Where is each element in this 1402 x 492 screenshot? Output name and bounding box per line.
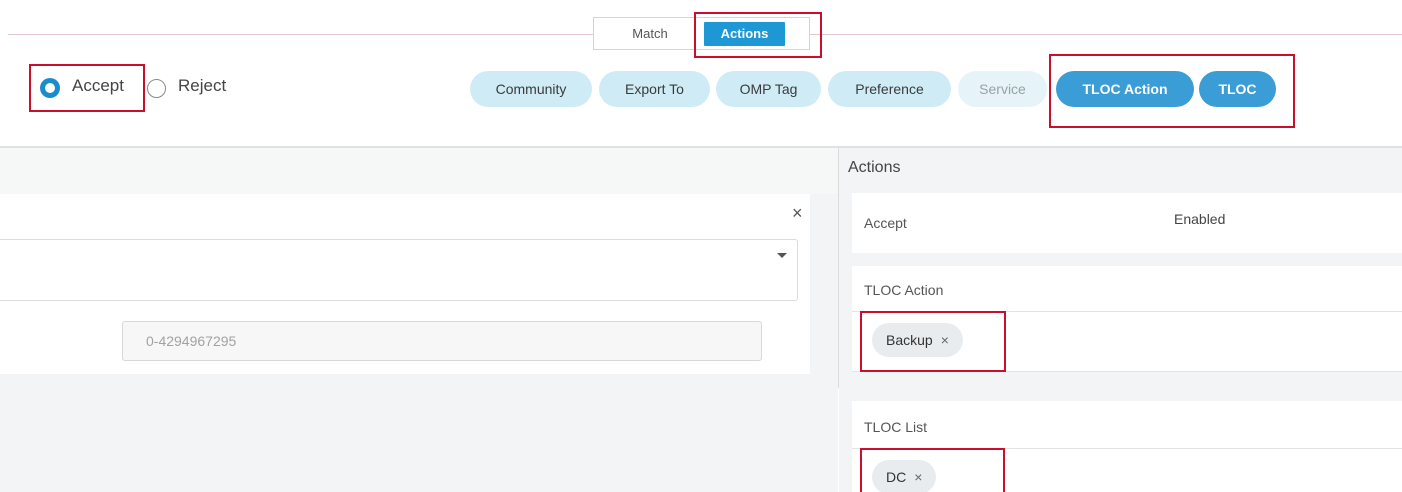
tloc-list-chip[interactable]: DC × xyxy=(872,460,937,492)
match-actions-tabs: Match Actions xyxy=(593,17,810,50)
pill-export-to[interactable]: Export To xyxy=(599,71,710,107)
number-input[interactable]: 0-4294967295 xyxy=(122,321,762,361)
accept-radio-label[interactable]: Accept xyxy=(72,76,124,96)
accept-action-value: Enabled xyxy=(1174,211,1226,227)
close-icon[interactable]: × xyxy=(792,203,803,224)
pill-tloc[interactable]: TLOC xyxy=(1199,71,1276,107)
remove-icon[interactable]: × xyxy=(941,332,949,348)
tloc-list-divider xyxy=(852,448,1402,449)
chevron-down-icon[interactable] xyxy=(777,253,787,258)
chip-label: Backup xyxy=(886,332,933,348)
chip-label: DC xyxy=(886,469,907,485)
tloc-action-divider xyxy=(852,311,1402,312)
pill-community[interactable]: Community xyxy=(470,71,592,107)
tloc-action-label: TLOC Action xyxy=(864,282,944,298)
accept-radio[interactable] xyxy=(40,78,60,98)
reject-radio[interactable] xyxy=(147,79,166,98)
accept-action-card xyxy=(852,193,1402,253)
tloc-select-dropdown[interactable] xyxy=(0,239,798,301)
tab-match[interactable]: Match xyxy=(602,22,698,46)
reject-radio-label[interactable]: Reject xyxy=(178,76,226,96)
remove-icon[interactable]: × xyxy=(914,469,922,485)
pill-service[interactable]: Service xyxy=(958,71,1047,107)
tloc-action-bottom-rule xyxy=(852,371,1402,372)
tloc-list-label: TLOC List xyxy=(864,419,928,435)
action-form-header xyxy=(0,148,838,194)
tloc-action-chip[interactable]: Backup × xyxy=(872,323,963,357)
tab-actions[interactable]: Actions xyxy=(704,22,785,46)
pill-omp-tag[interactable]: OMP Tag xyxy=(716,71,821,107)
pill-tloc-action[interactable]: TLOC Action xyxy=(1056,71,1194,107)
pill-preference[interactable]: Preference xyxy=(828,71,951,107)
actions-panel-title: Actions xyxy=(848,159,901,176)
accept-action-label: Accept xyxy=(864,215,907,231)
